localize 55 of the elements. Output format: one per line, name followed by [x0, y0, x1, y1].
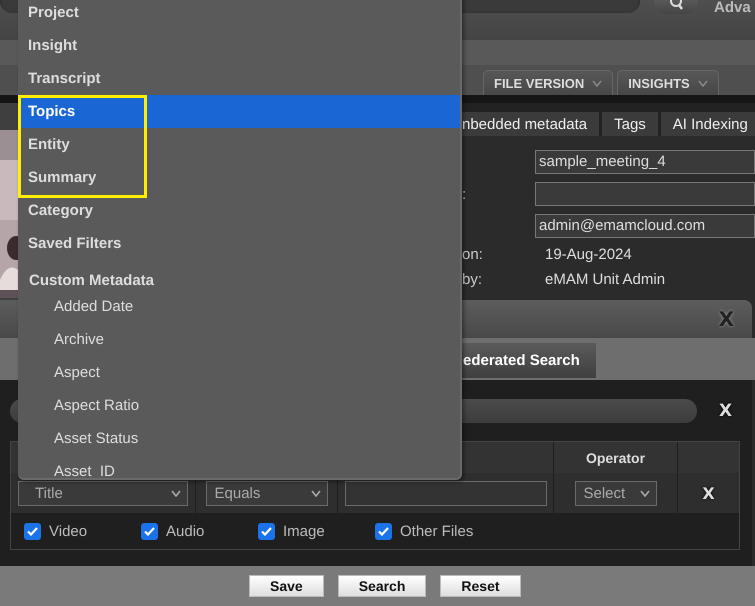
- menu-group-label: Custom Metadata: [28, 271, 156, 290]
- main-tab[interactable]: FILE VERSION: [483, 70, 614, 95]
- field-label: by:: [462, 271, 482, 288]
- menu-item[interactable]: Added Date: [18, 290, 460, 323]
- dialog-button[interactable]: Search: [338, 575, 426, 597]
- menu-item[interactable]: Category: [18, 194, 460, 227]
- main-tab[interactable]: INSIGHTS: [617, 70, 719, 95]
- caret-icon: [640, 490, 650, 496]
- menu-item[interactable]: Saved Filters: [18, 227, 460, 260]
- caret-icon: [310, 490, 320, 496]
- checkmark-icon: [261, 526, 272, 536]
- menu-item[interactable]: Transcript: [18, 62, 460, 95]
- checkbox-label: Video: [49, 522, 88, 540]
- menu-item[interactable]: Topics: [18, 95, 460, 128]
- search-icon: [669, 0, 683, 11]
- advanced-search-link[interactable]: Adva: [714, 0, 751, 15]
- metadata-tab[interactable]: Tags: [602, 112, 658, 136]
- input-field[interactable]: admin@emamcloud.com: [535, 214, 755, 238]
- field-label: :: [462, 186, 466, 202]
- input-field[interactable]: sample_meeting_4: [535, 150, 755, 174]
- input-field[interactable]: [535, 182, 755, 206]
- menu-item[interactable]: Aspect Ratio: [18, 389, 460, 422]
- field-value: 19-Aug-2024: [545, 246, 632, 263]
- checkbox[interactable]: [258, 522, 275, 540]
- checkbox[interactable]: [141, 522, 158, 540]
- metadata-tab[interactable]: nbedded metadata: [462, 112, 600, 136]
- checkbox[interactable]: [24, 522, 41, 540]
- checkmark-icon: [144, 526, 155, 536]
- field-value: eMAM Unit Admin: [545, 271, 666, 288]
- caret-icon: [592, 80, 602, 86]
- menu-item[interactable]: Entity: [18, 128, 460, 161]
- condition-dropdown[interactable]: Equals: [206, 480, 328, 506]
- checkbox[interactable]: [375, 522, 392, 540]
- checkbox-label: Audio: [166, 522, 204, 540]
- menu-item[interactable]: Project: [18, 0, 460, 29]
- dialog-button[interactable]: Reset: [440, 575, 521, 597]
- checkbox-label: Image: [283, 522, 325, 540]
- caret-icon: [171, 490, 181, 496]
- metadata-tab[interactable]: AI Indexing: [660, 112, 755, 136]
- checkbox-label: Other Files: [400, 522, 474, 540]
- field-label: on:: [462, 246, 483, 263]
- checkmark-icon: [27, 526, 38, 536]
- checkmark-icon: [378, 526, 389, 536]
- clear-button[interactable]: X: [719, 401, 732, 421]
- operator-dropdown[interactable]: Select: [574, 480, 656, 506]
- menu-item[interactable]: Asset Status: [18, 422, 460, 455]
- menu-item[interactable]: Asset_ID: [18, 455, 460, 478]
- menu-item[interactable]: Summary: [18, 161, 460, 194]
- value-field[interactable]: [344, 480, 546, 506]
- remove-button[interactable]: X: [696, 482, 721, 504]
- field-dropdown[interactable]: Title: [18, 480, 188, 506]
- dialog-button[interactable]: Save: [249, 575, 324, 597]
- caret-icon: [698, 80, 708, 86]
- menu-item[interactable]: Insight: [18, 29, 460, 62]
- column-header: Operator: [586, 450, 646, 466]
